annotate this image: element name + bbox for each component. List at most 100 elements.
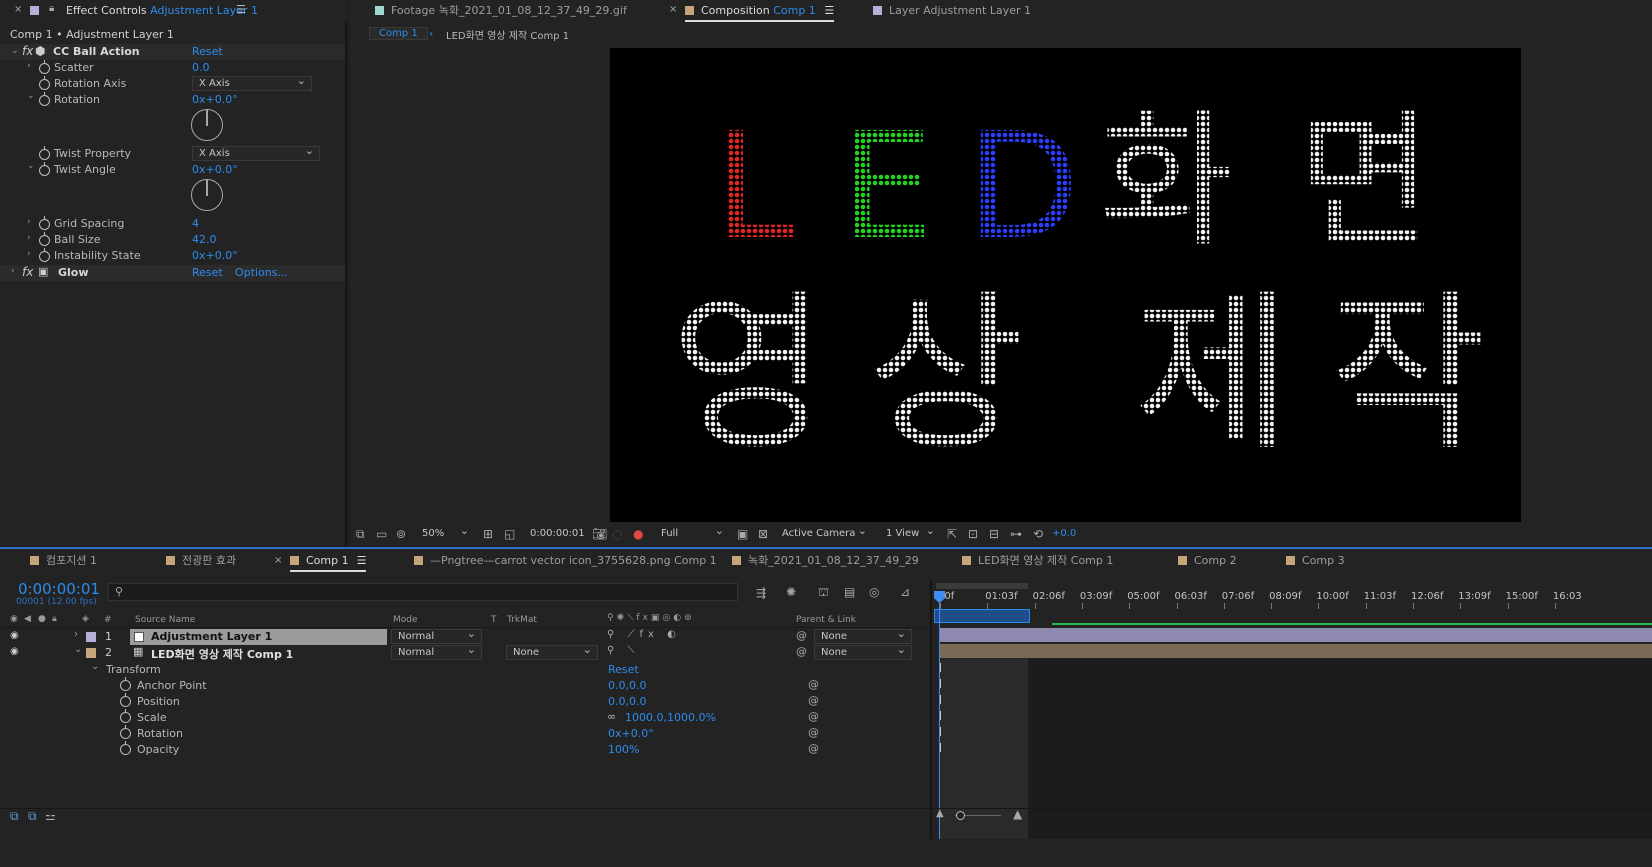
resolution-select[interactable]: Full xyxy=(654,524,730,541)
solo-icon[interactable]: ● xyxy=(38,614,46,624)
zoom-select[interactable]: 50% xyxy=(415,524,475,541)
stopwatch-icon[interactable] xyxy=(39,60,50,74)
time-graph[interactable]: 00f 01:03f 02:06f 03:09f 05:00f 06:03f 07:06f 0… xyxy=(932,579,1652,839)
timeline-tab[interactable]: 녹화_2021_01_08_12_37_49_29 xyxy=(732,550,919,572)
pick-whip-icon[interactable]: @ xyxy=(796,629,807,642)
twist-property-select[interactable]: X Axis xyxy=(192,144,320,161)
work-area-region[interactable] xyxy=(934,609,1030,623)
region-of-interest-icon[interactable]: ⧉ xyxy=(356,527,365,541)
expand-arrow-icon[interactable]: ⌄ xyxy=(27,91,35,101)
timeline-tab[interactable]: —Pngtree—carrot vector icon_3755628.png … xyxy=(414,550,717,572)
col-source-name[interactable]: Source Name xyxy=(135,615,195,625)
snapshot-frame-icon[interactable]: ⊞ xyxy=(483,527,493,541)
zoom-out-icon[interactable]: ▲ xyxy=(936,807,944,821)
prop-value[interactable]: 100% xyxy=(608,743,639,756)
panel-menu-icon[interactable]: ☰ xyxy=(824,4,834,17)
shy-layers-icon[interactable]: ⛫ xyxy=(818,585,829,599)
prop-value[interactable]: 0.0,0.0 xyxy=(608,679,646,692)
glow-options-link[interactable]: Options... xyxy=(235,266,288,279)
stopwatch-icon[interactable] xyxy=(39,146,50,160)
zoom-in-icon[interactable]: ▲ xyxy=(1013,807,1022,821)
fast-previews-icon[interactable]: ▣ xyxy=(737,527,748,541)
label-color-swatch[interactable] xyxy=(86,632,96,642)
eye-icon[interactable]: ◉ xyxy=(10,646,19,657)
prop-value[interactable]: 0x+0.0° xyxy=(608,727,654,740)
layer-mode-select[interactable]: Normal xyxy=(391,643,482,660)
stopwatch-icon[interactable] xyxy=(39,162,50,176)
close-icon[interactable]: × xyxy=(274,550,282,572)
twist-angle-dial[interactable] xyxy=(191,179,223,211)
rotation-axis-select[interactable]: X Axis xyxy=(192,74,312,91)
composition-mini-flowchart-icon[interactable]: ⇶ xyxy=(756,586,766,600)
layer-parent-select[interactable]: None xyxy=(814,643,912,660)
time-ruler[interactable]: 00f 01:03f 02:06f 03:09f 05:00f 06:03f 07:06f 0… xyxy=(932,591,1652,609)
breadcrumb-parent[interactable]: LED화면 영상 제작 Comp 1 xyxy=(446,27,569,42)
effect-controls-tab[interactable]: Effect Controls Adjustment Layer 1 xyxy=(66,4,258,17)
expand-arrow-icon[interactable]: › xyxy=(27,61,31,71)
work-area-bar[interactable] xyxy=(936,583,1028,589)
expand-arrow-icon[interactable]: › xyxy=(27,233,31,243)
timeline-tab[interactable]: Comp 3 xyxy=(1286,550,1345,572)
stopwatch-icon[interactable] xyxy=(39,232,50,246)
constrain-proportions-icon[interactable]: ∞ xyxy=(607,710,616,723)
tab-composition[interactable]: Composition Comp 1 ☰ xyxy=(685,0,835,22)
layer-mode-select[interactable]: Normal xyxy=(391,627,482,644)
rotation-dial[interactable] xyxy=(191,109,223,141)
prop-value[interactable]: 0x+0.0° xyxy=(192,93,238,106)
stopwatch-icon[interactable] xyxy=(120,693,131,707)
layer-trkmat-select[interactable]: None xyxy=(506,643,598,660)
stopwatch-icon[interactable] xyxy=(39,76,50,90)
tab-footage[interactable]: Footage 녹화_2021_01_08_12_37_49_29.gif xyxy=(375,0,627,22)
label-color-swatch[interactable] xyxy=(86,648,96,658)
effect-glow[interactable]: › fx ▣ Glow Reset Options... xyxy=(0,265,345,281)
close-icon[interactable]: × xyxy=(669,4,677,15)
flowchart-icon[interactable]: ⊶ xyxy=(1010,527,1022,541)
fx-icon[interactable]: fx xyxy=(22,265,33,279)
prop-value[interactable]: 4 xyxy=(192,217,199,230)
layer-name-cell[interactable]: Adjustment Layer 1 xyxy=(130,629,387,645)
glow-reset-link[interactable]: Reset xyxy=(192,266,223,279)
timeline-link-icon[interactable]: ⊟ xyxy=(989,527,999,541)
breadcrumb-current[interactable]: Comp 1 xyxy=(369,27,428,40)
layer-bar-1[interactable] xyxy=(940,628,1652,642)
transform-reset-link[interactable]: Reset xyxy=(608,663,639,676)
layer-switches-toggle-icon[interactable]: ⧉ xyxy=(10,809,19,823)
fx-icon[interactable]: fx xyxy=(22,44,33,58)
render-icon[interactable]: ⊡ xyxy=(968,527,978,541)
layer-search-input[interactable]: ⚲ xyxy=(108,583,738,601)
view-layout-select[interactable]: 1 View xyxy=(879,524,941,541)
prop-value[interactable]: 0x+0.0° xyxy=(192,249,238,262)
prop-value[interactable]: 0x+0.0° xyxy=(192,163,238,176)
exposure-value[interactable]: +0.0 xyxy=(1052,528,1076,539)
stopwatch-icon[interactable] xyxy=(39,216,50,230)
layer-row-2[interactable]: ◉ ⌄ 2 ▦ LED화면 영상 제작 Comp 1 Normal None ⚲… xyxy=(0,643,930,661)
panel-menu-icon[interactable]: ☰ xyxy=(357,554,367,567)
mask-visibility-icon[interactable]: ⊚ xyxy=(396,527,406,541)
layer-row-1[interactable]: ◉ › 1 Adjustment Layer 1 Normal ⚲ ⟋fx ◐ … xyxy=(0,627,930,645)
expression-pickwhip-icon[interactable]: @ xyxy=(808,678,819,691)
color-channels-icon[interactable]: ● xyxy=(633,527,643,541)
expression-pickwhip-icon[interactable]: @ xyxy=(808,710,819,723)
expression-pickwhip-icon[interactable]: @ xyxy=(808,726,819,739)
expression-pickwhip-icon[interactable]: @ xyxy=(808,694,819,707)
eye-icon[interactable]: ◉ xyxy=(10,614,18,624)
pixel-aspect-icon[interactable]: ⇱ xyxy=(947,527,957,541)
panel-menu-icon[interactable]: ☰ xyxy=(236,3,246,16)
tab-layer[interactable]: Layer Adjustment Layer 1 xyxy=(873,0,1031,22)
audio-icon[interactable]: ◀ xyxy=(24,614,31,624)
stopwatch-icon[interactable] xyxy=(120,677,131,691)
frame-blending-icon[interactable]: ▤ xyxy=(844,585,855,599)
expand-arrow-icon[interactable]: ⌄ xyxy=(74,644,82,655)
transfer-controls-toggle-icon[interactable]: ⧉ xyxy=(28,809,37,823)
viewer-timecode[interactable]: 0:00:00:01 xyxy=(530,528,585,539)
expression-pickwhip-icon[interactable]: @ xyxy=(808,742,819,755)
stopwatch-icon[interactable] xyxy=(39,92,50,106)
stopwatch-icon[interactable] xyxy=(39,248,50,262)
pick-whip-icon[interactable]: @ xyxy=(796,645,807,658)
stopwatch-icon[interactable] xyxy=(120,741,131,755)
monitor-icon[interactable]: ▭ xyxy=(376,527,387,541)
composition-canvas[interactable]: LED화면 영상제작 xyxy=(610,48,1521,522)
motion-blur-icon[interactable]: ◎ xyxy=(869,585,879,599)
toggle-grid-icon[interactable]: ⊠ xyxy=(758,527,768,541)
timeline-tab[interactable]: Comp 2 xyxy=(1178,550,1237,572)
